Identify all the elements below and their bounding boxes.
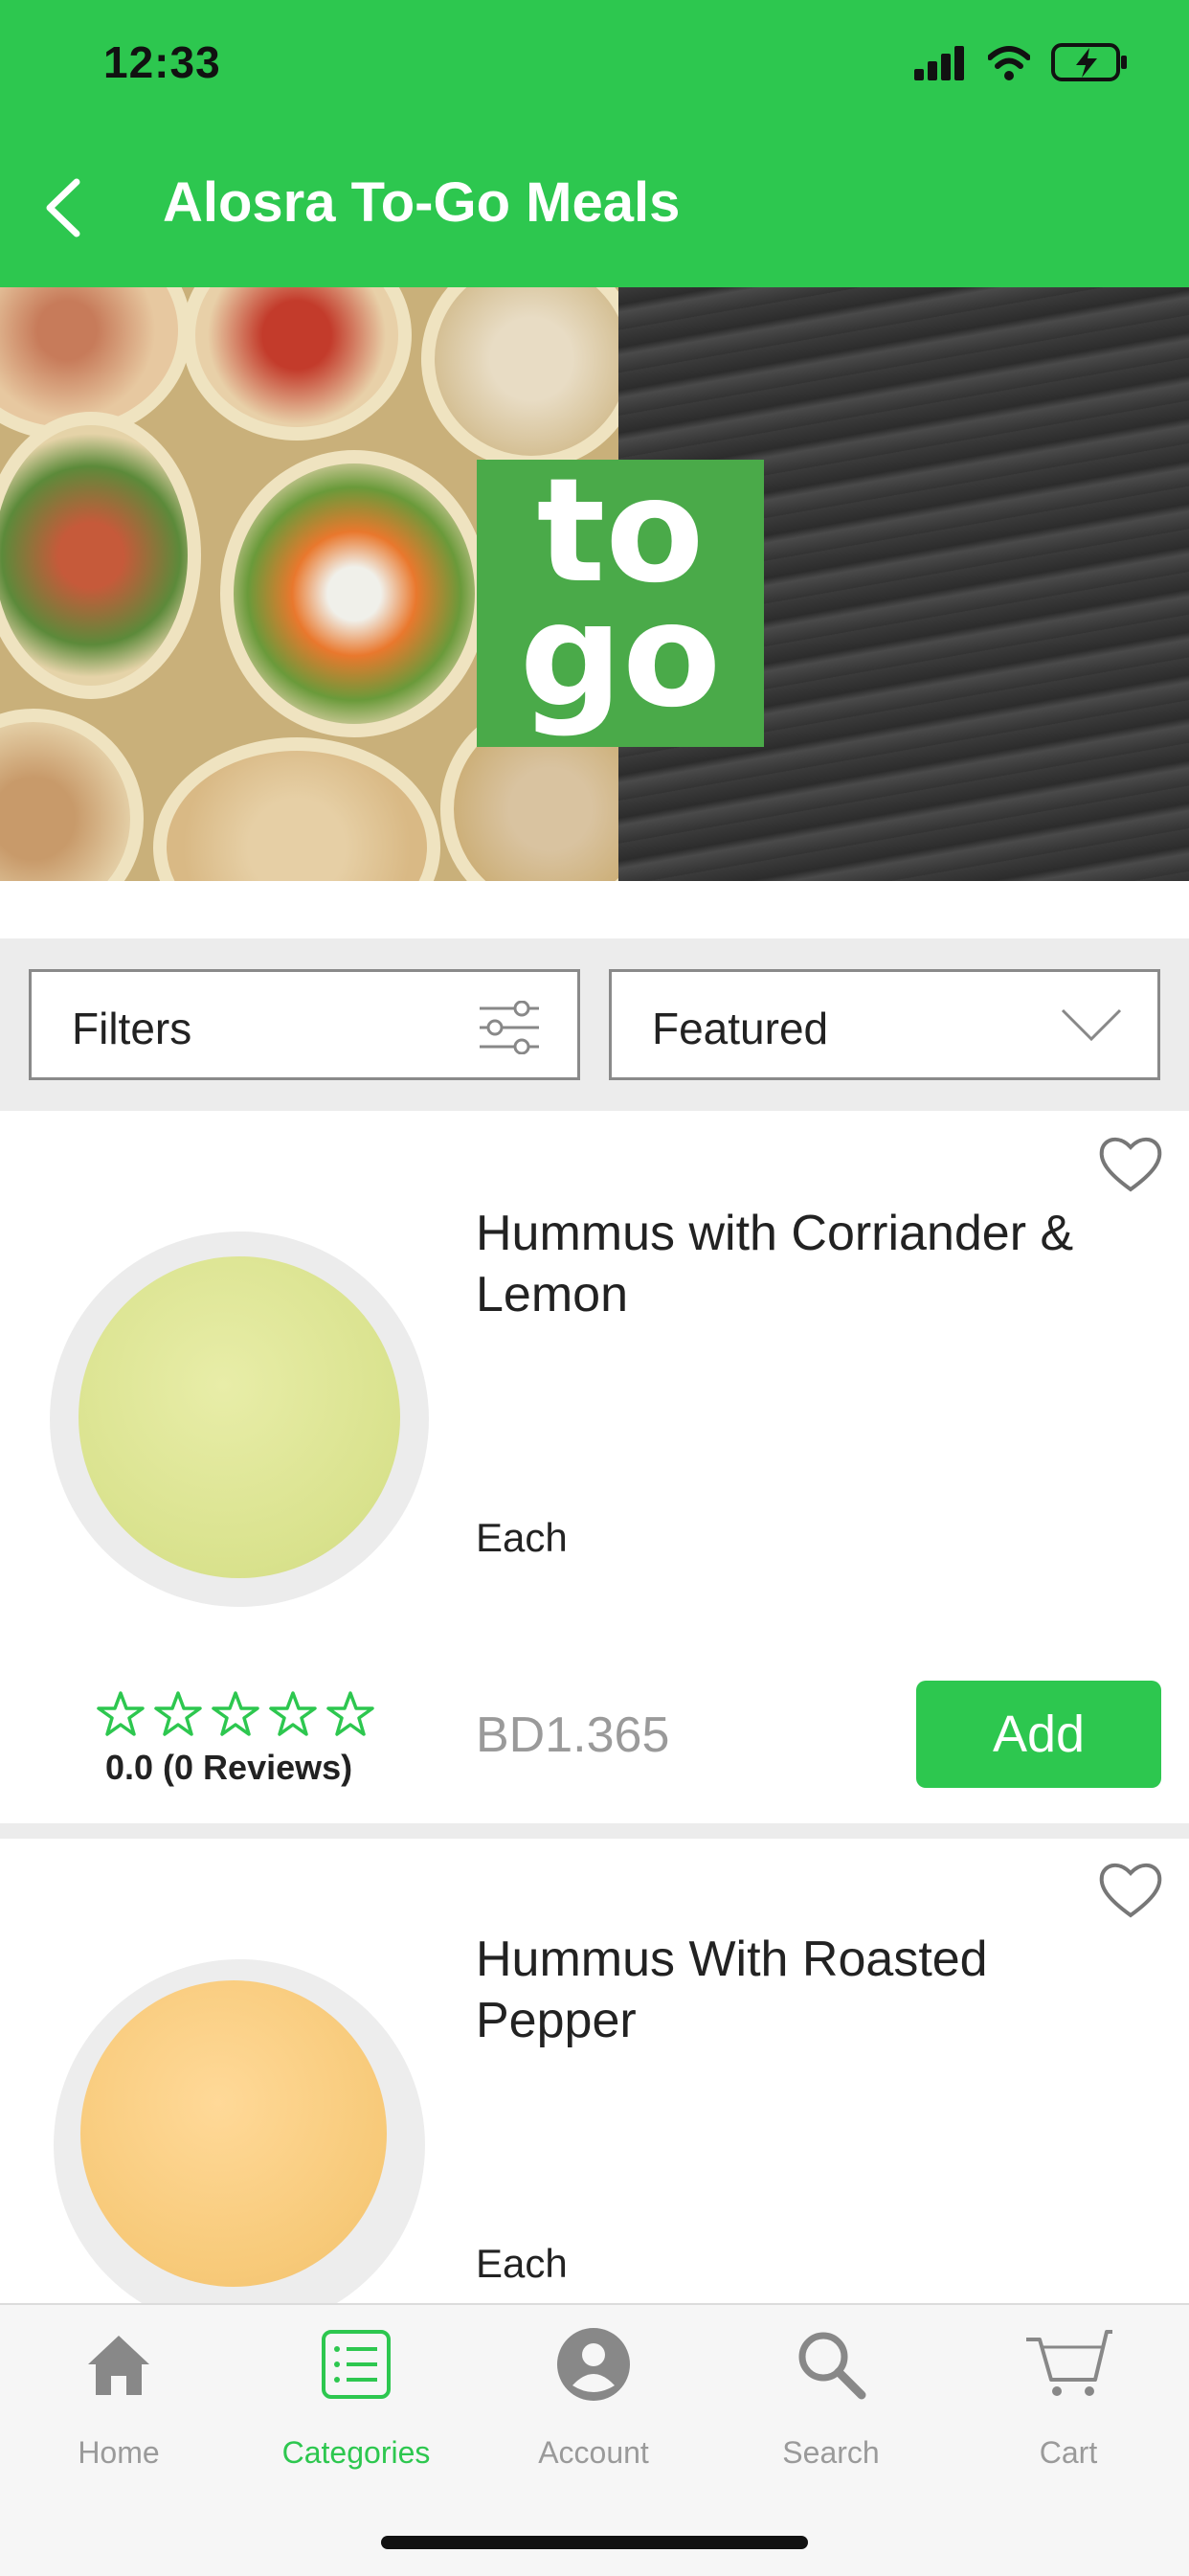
cart-icon <box>1026 2330 1112 2396</box>
wifi-icon <box>988 46 1030 80</box>
tab-home[interactable]: Home <box>0 2303 237 2485</box>
star-icon <box>326 1691 374 1736</box>
chevron-down-icon <box>1061 1008 1122 1042</box>
product-unit: Each <box>476 1515 568 1560</box>
favorite-heart-icon[interactable] <box>1097 1134 1164 1195</box>
star-icon <box>154 1691 202 1736</box>
account-icon <box>557 2328 630 2401</box>
status-time: 12:33 <box>103 37 221 87</box>
sort-dropdown[interactable]: Featured <box>609 969 1160 1080</box>
filters-label: Filters <box>72 1004 192 1053</box>
tab-label: Search <box>782 2435 880 2470</box>
back-chevron-icon[interactable] <box>42 178 84 237</box>
tab-account[interactable]: Account <box>475 2303 712 2485</box>
tab-search[interactable]: Search <box>712 2303 950 2485</box>
app-header: 12:33 Alosra To-Go Meals <box>0 0 1189 287</box>
tab-label: Home <box>78 2435 160 2470</box>
search-icon <box>798 2332 866 2400</box>
star-icon <box>212 1691 259 1736</box>
hummus-pepper-photo <box>80 1980 387 2287</box>
home-icon <box>88 2336 149 2395</box>
tab-cart[interactable]: Cart <box>950 2303 1187 2485</box>
sort-label: Featured <box>652 1004 829 1053</box>
cellular-signal-icon <box>914 46 964 80</box>
battery-charging-icon <box>1051 43 1127 81</box>
star-icon <box>269 1691 317 1736</box>
togo-logo: to go <box>477 460 764 747</box>
tab-label: Categories <box>281 2435 431 2470</box>
tab-label: Account <box>538 2435 649 2470</box>
favorite-heart-icon[interactable] <box>1097 1860 1164 1921</box>
product-unit: Each <box>476 2241 568 2286</box>
filters-button[interactable]: Filters <box>29 969 580 1080</box>
home-indicator <box>381 2536 808 2549</box>
page-title: Alosra To-Go Meals <box>163 171 681 234</box>
rating-text: 0.0 (0 Reviews) <box>105 1748 353 1787</box>
categories-list-icon <box>322 2330 391 2399</box>
card-divider <box>0 1823 1189 1839</box>
product-name[interactable]: Hummus with Corriander & Lemon <box>476 1203 1127 1325</box>
sliders-icon <box>480 1001 539 1054</box>
tab-label: Cart <box>1039 2435 1098 2470</box>
star-icon <box>97 1691 145 1736</box>
hummus-coriander-photo <box>79 1256 400 1578</box>
tab-categories[interactable]: Categories <box>237 2303 475 2485</box>
add-to-cart-button[interactable]: Add <box>916 1681 1161 1788</box>
product-price: BD1.365 <box>476 1707 670 1763</box>
rating-stars <box>96 1690 375 1738</box>
product-name[interactable]: Hummus With Roasted Pepper <box>476 1929 1127 2051</box>
